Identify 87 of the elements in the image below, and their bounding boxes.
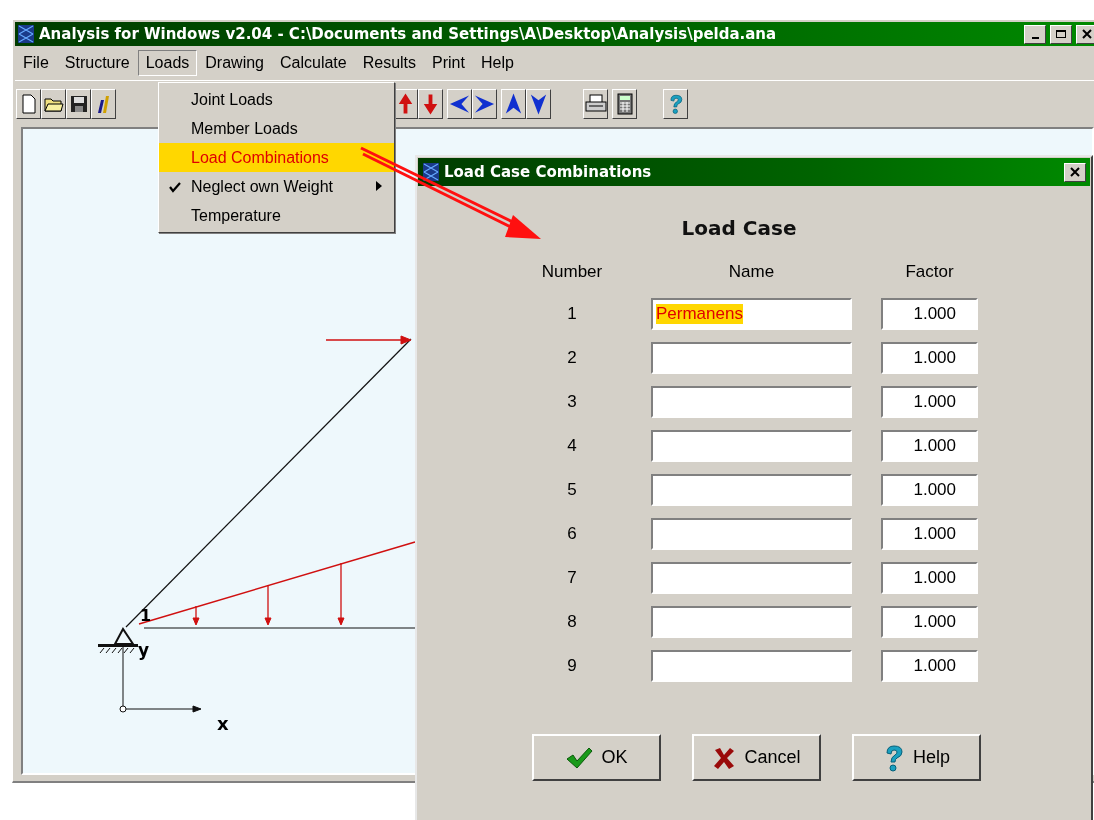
factor-field[interactable]: 1.000 xyxy=(881,430,978,462)
name-field[interactable] xyxy=(651,650,852,682)
case-number: 7 xyxy=(566,568,578,588)
name-field[interactable] xyxy=(651,474,852,506)
close-icon xyxy=(1081,29,1093,39)
page-icon xyxy=(20,94,37,114)
help-button[interactable] xyxy=(663,89,688,119)
axis-label: y xyxy=(138,640,150,660)
case-number: 6 xyxy=(566,524,578,544)
help-button[interactable]: Help xyxy=(852,734,981,781)
factor-field[interactable]: 1.000 xyxy=(881,474,978,506)
floppy-icon xyxy=(69,95,88,113)
name-field[interactable] xyxy=(651,518,852,550)
axis-label: x xyxy=(217,713,229,734)
close-button[interactable] xyxy=(1076,24,1094,44)
menu-item[interactable]: Drawing xyxy=(197,50,272,76)
case-number: 1 xyxy=(566,304,578,324)
new-file-button[interactable] xyxy=(16,89,41,119)
column-header: Name xyxy=(727,262,776,282)
menu-item[interactable]: Calculate xyxy=(272,50,355,76)
dropdown-item[interactable]: Member Loads xyxy=(159,114,394,143)
right-button[interactable] xyxy=(472,89,497,119)
support-icon xyxy=(98,627,138,654)
name-field[interactable]: Permanens xyxy=(651,298,852,330)
window-title: Analysis for Windows v2.04 - C:\Documents and Settings\A\Desktop\Analysis\pelda.ana xyxy=(39,25,778,43)
load-arrow xyxy=(264,584,272,626)
name-field[interactable] xyxy=(651,606,852,638)
factor-field[interactable]: 1.000 xyxy=(881,606,978,638)
name-field[interactable] xyxy=(651,562,852,594)
print-button[interactable] xyxy=(583,89,608,119)
cross-icon xyxy=(712,745,737,770)
factor-field[interactable]: 1.000 xyxy=(881,386,978,418)
minimize-icon xyxy=(1031,37,1039,39)
dropdown-item[interactable]: Neglect own Weight xyxy=(159,172,394,201)
factor-field[interactable]: 1.000 xyxy=(881,650,978,682)
factor-field[interactable]: 1.000 xyxy=(881,342,978,374)
cancel-button[interactable]: Cancel xyxy=(692,734,821,781)
menu-item[interactable]: Loads xyxy=(137,50,198,76)
down-load-button[interactable] xyxy=(418,89,443,119)
dropdown-item[interactable]: Joint Loads xyxy=(159,85,394,114)
case-number: 5 xyxy=(566,480,578,500)
load-arrow xyxy=(337,562,345,626)
menu-item[interactable]: Structure xyxy=(56,50,138,76)
node-label: 1 xyxy=(140,606,152,625)
name-field[interactable] xyxy=(651,430,852,462)
folder-icon xyxy=(43,96,64,112)
structure-logo-icon xyxy=(422,162,440,182)
question-icon xyxy=(667,92,684,116)
load-arrow xyxy=(192,605,200,626)
menu-item[interactable]: Print xyxy=(424,50,473,76)
chart-button[interactable] xyxy=(91,89,116,119)
minimize-button[interactable] xyxy=(1024,24,1046,44)
menu-item[interactable]: Help xyxy=(472,50,522,76)
case-number: 4 xyxy=(566,436,578,456)
maximize-icon xyxy=(1055,29,1067,39)
printer-icon xyxy=(584,94,607,114)
dropdown-item[interactable]: Load Combinations xyxy=(159,143,394,172)
save-button[interactable] xyxy=(66,89,91,119)
section-heading: Load Case xyxy=(680,216,798,240)
up-button[interactable] xyxy=(501,89,526,119)
calculator-button[interactable] xyxy=(612,89,637,119)
question-icon xyxy=(883,743,905,772)
column-header: Factor xyxy=(904,262,955,282)
calculator-icon xyxy=(616,93,633,115)
down-button[interactable] xyxy=(526,89,551,119)
case-number: 9 xyxy=(566,656,578,676)
close-icon xyxy=(1069,167,1081,177)
name-field[interactable] xyxy=(651,342,852,374)
dropdown-item[interactable]: Temperature xyxy=(159,201,394,230)
factor-field[interactable]: 1.000 xyxy=(881,518,978,550)
factor-field[interactable]: 1.000 xyxy=(881,562,978,594)
case-number: 2 xyxy=(566,348,578,368)
menu-item[interactable]: Results xyxy=(354,50,425,76)
close-button[interactable] xyxy=(1064,162,1086,182)
maximize-button[interactable] xyxy=(1050,24,1072,44)
check-icon xyxy=(565,745,594,770)
name-field[interactable] xyxy=(651,386,852,418)
left-button[interactable] xyxy=(447,89,472,119)
factor-field[interactable]: 1.000 xyxy=(881,298,978,330)
open-button[interactable] xyxy=(41,89,66,119)
menu-item[interactable]: File xyxy=(15,50,57,76)
case-number: 8 xyxy=(566,612,578,632)
ok-button[interactable]: OK xyxy=(532,734,661,781)
case-number: 3 xyxy=(566,392,578,412)
dialog-title: Load Case Combinations xyxy=(444,163,653,181)
column-header: Number xyxy=(540,262,604,282)
structure-logo-icon xyxy=(17,24,35,44)
